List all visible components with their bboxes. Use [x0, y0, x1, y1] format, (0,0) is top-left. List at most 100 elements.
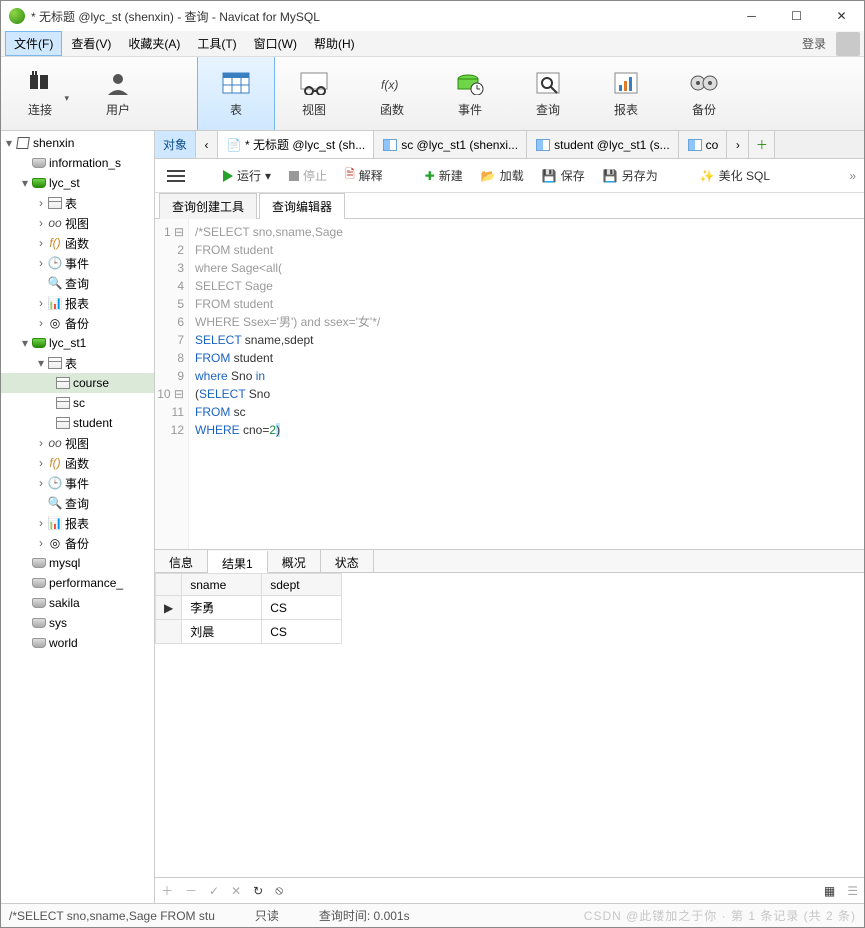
table-row[interactable]: ▶ 李勇 CS	[156, 596, 342, 620]
login-link[interactable]: 登录	[796, 32, 832, 55]
svg-text:f(x): f(x)	[381, 78, 398, 92]
status-time: 查询时间: 0.001s	[319, 907, 410, 924]
tab-query-untitled[interactable]: 📄* 无标题 @lyc_st (sh...	[218, 131, 374, 158]
tree-db-sakila[interactable]: sakila	[1, 593, 154, 613]
tree-db-world[interactable]: world	[1, 633, 154, 653]
toolbar-event[interactable]: 事件	[431, 57, 509, 130]
beautify-button[interactable]: ✨美化 SQL	[696, 165, 774, 186]
tab-scroll-left[interactable]: ‹	[196, 131, 218, 158]
table-row[interactable]: 刘晨 CS	[156, 620, 342, 644]
menu-window[interactable]: 窗口(W)	[246, 32, 305, 55]
code-area[interactable]: /*SELECT sno,sname,Sage FROM student whe…	[189, 219, 864, 549]
menu-help[interactable]: 帮助(H)	[306, 32, 363, 55]
form-view-icon[interactable]: ☰	[847, 884, 858, 898]
explain-button[interactable]: 🗎解释	[341, 163, 387, 188]
toolbar-view[interactable]: 视图	[275, 57, 353, 130]
close-button[interactable]: ✕	[819, 1, 864, 31]
tree-db-lycst[interactable]: ▾lyc_st	[1, 173, 154, 193]
tree-views1[interactable]: ›oo视图	[1, 433, 154, 453]
toolbar-connection[interactable]: ▾连接	[1, 57, 79, 130]
sql-editor[interactable]: 1 ⊟2345678910 ⊟1112 /*SELECT sno,sname,S…	[155, 219, 864, 549]
save-button[interactable]: 💾保存	[538, 165, 589, 186]
result-tabs: 信息 结果1 概况 状态	[155, 549, 864, 573]
table-icon	[56, 397, 70, 409]
saveas-button[interactable]: 💾另存为	[599, 165, 662, 186]
subtab-editor[interactable]: 查询编辑器	[259, 193, 345, 219]
toolbar-report[interactable]: 报表	[587, 57, 665, 130]
menu-icon[interactable]	[163, 166, 189, 186]
toolbar-user[interactable]: 用户	[79, 57, 157, 130]
menu-favorites[interactable]: 收藏夹(A)	[120, 32, 188, 55]
tree-connection[interactable]: ▾shenxin	[1, 133, 154, 153]
content-area: 对象 ‹ 📄* 无标题 @lyc_st (sh... sc @lyc_st1 (…	[155, 131, 864, 903]
tree-reports1[interactable]: ›📊报表	[1, 513, 154, 533]
tree-events[interactable]: ›🕒事件	[1, 253, 154, 273]
table-icon	[536, 139, 550, 151]
tree-db-mysql[interactable]: mysql	[1, 553, 154, 573]
menu-view[interactable]: 查看(V)	[63, 32, 119, 55]
menu-file[interactable]: 文件(F)	[5, 31, 62, 56]
load-button[interactable]: 📂加载	[477, 165, 528, 186]
tree-queries1[interactable]: 🔍查询	[1, 493, 154, 513]
menu-tools[interactable]: 工具(T)	[189, 32, 244, 55]
add-row-button[interactable]: ＋	[161, 882, 173, 899]
tree-events1[interactable]: ›🕒事件	[1, 473, 154, 493]
new-button[interactable]: ✚新建	[421, 165, 467, 186]
minimize-button[interactable]: ─	[729, 1, 774, 31]
toolbar-backup[interactable]: 备份	[665, 57, 743, 130]
result-area: sname sdept ▶ 李勇 CS 刘晨 CS	[155, 573, 864, 903]
table-icon	[56, 377, 70, 389]
tree-functions1[interactable]: ›f()函数	[1, 453, 154, 473]
grid-toolstrip: ＋ － ✓ ✕ ↻ ⦸ ▦ ☰	[155, 877, 864, 903]
delete-row-button[interactable]: －	[185, 882, 197, 899]
refresh-button[interactable]: ↻	[253, 884, 263, 898]
col-sname[interactable]: sname	[182, 574, 262, 596]
tab-table-sc[interactable]: sc @lyc_st1 (shenxi...	[374, 131, 527, 158]
tree-views[interactable]: ›oo视图	[1, 213, 154, 233]
tab-objects[interactable]: 对象	[155, 131, 196, 158]
run-button[interactable]: 运行 ▾	[219, 165, 275, 186]
subtab-builder[interactable]: 查询创建工具	[159, 193, 257, 219]
window-title: * 无标题 @lyc_st (shenxin) - 查询 - Navicat f…	[31, 8, 729, 25]
apply-button[interactable]: ✓	[209, 884, 219, 898]
database-icon	[32, 598, 46, 608]
line-gutter: 1 ⊟2345678910 ⊟1112	[155, 219, 189, 549]
chevron-down-icon: ▾	[64, 93, 69, 104]
tab-table-co[interactable]: co	[679, 131, 728, 158]
collapse-icon[interactable]: »	[849, 169, 856, 183]
tree-table-sc[interactable]: sc	[1, 393, 154, 413]
result-grid[interactable]: sname sdept ▶ 李勇 CS 刘晨 CS	[155, 573, 864, 644]
tree-backup[interactable]: ›◎备份	[1, 313, 154, 333]
tab-status[interactable]: 状态	[321, 550, 374, 572]
tree-db-performance[interactable]: performance_	[1, 573, 154, 593]
grid-view-icon[interactable]: ▦	[824, 884, 835, 898]
tree-tables[interactable]: ›表	[1, 193, 154, 213]
toolbar-table[interactable]: 表	[197, 57, 275, 130]
col-sdept[interactable]: sdept	[262, 574, 342, 596]
avatar-icon[interactable]	[836, 32, 860, 56]
tree-db-sys[interactable]: sys	[1, 613, 154, 633]
tab-result1[interactable]: 结果1	[208, 551, 268, 573]
tab-profile[interactable]: 概况	[268, 550, 321, 572]
tree-db-lycst1[interactable]: ▾lyc_st1	[1, 333, 154, 353]
tree-functions[interactable]: ›f()函数	[1, 233, 154, 253]
tree-reports[interactable]: ›📊报表	[1, 293, 154, 313]
tree-table-course[interactable]: course	[1, 373, 154, 393]
tab-info[interactable]: 信息	[155, 550, 208, 572]
toolbar-query[interactable]: 查询	[509, 57, 587, 130]
tree-db-information[interactable]: information_s	[1, 153, 154, 173]
stop-grid-button[interactable]: ⦸	[275, 883, 283, 898]
tree-tables-lycst1[interactable]: ▾表	[1, 353, 154, 373]
tree-backup1[interactable]: ›◎备份	[1, 533, 154, 553]
toolbar-function[interactable]: f(x)函数	[353, 57, 431, 130]
tree-queries[interactable]: 🔍查询	[1, 273, 154, 293]
status-bar: /*SELECT sno,sname,Sage FROM stu 只读 查询时间…	[1, 903, 864, 927]
tab-scroll-right[interactable]: ›	[727, 131, 749, 158]
stop-button[interactable]: 停止	[285, 165, 331, 186]
maximize-button[interactable]: ☐	[774, 1, 819, 31]
tab-table-student[interactable]: student @lyc_st1 (s...	[527, 131, 679, 158]
tree-table-student[interactable]: student	[1, 413, 154, 433]
cancel-button[interactable]: ✕	[231, 884, 241, 898]
connection-tree[interactable]: ▾shenxin information_s ▾lyc_st ›表 ›oo视图 …	[1, 131, 155, 903]
new-tab-button[interactable]: ＋	[749, 131, 775, 158]
